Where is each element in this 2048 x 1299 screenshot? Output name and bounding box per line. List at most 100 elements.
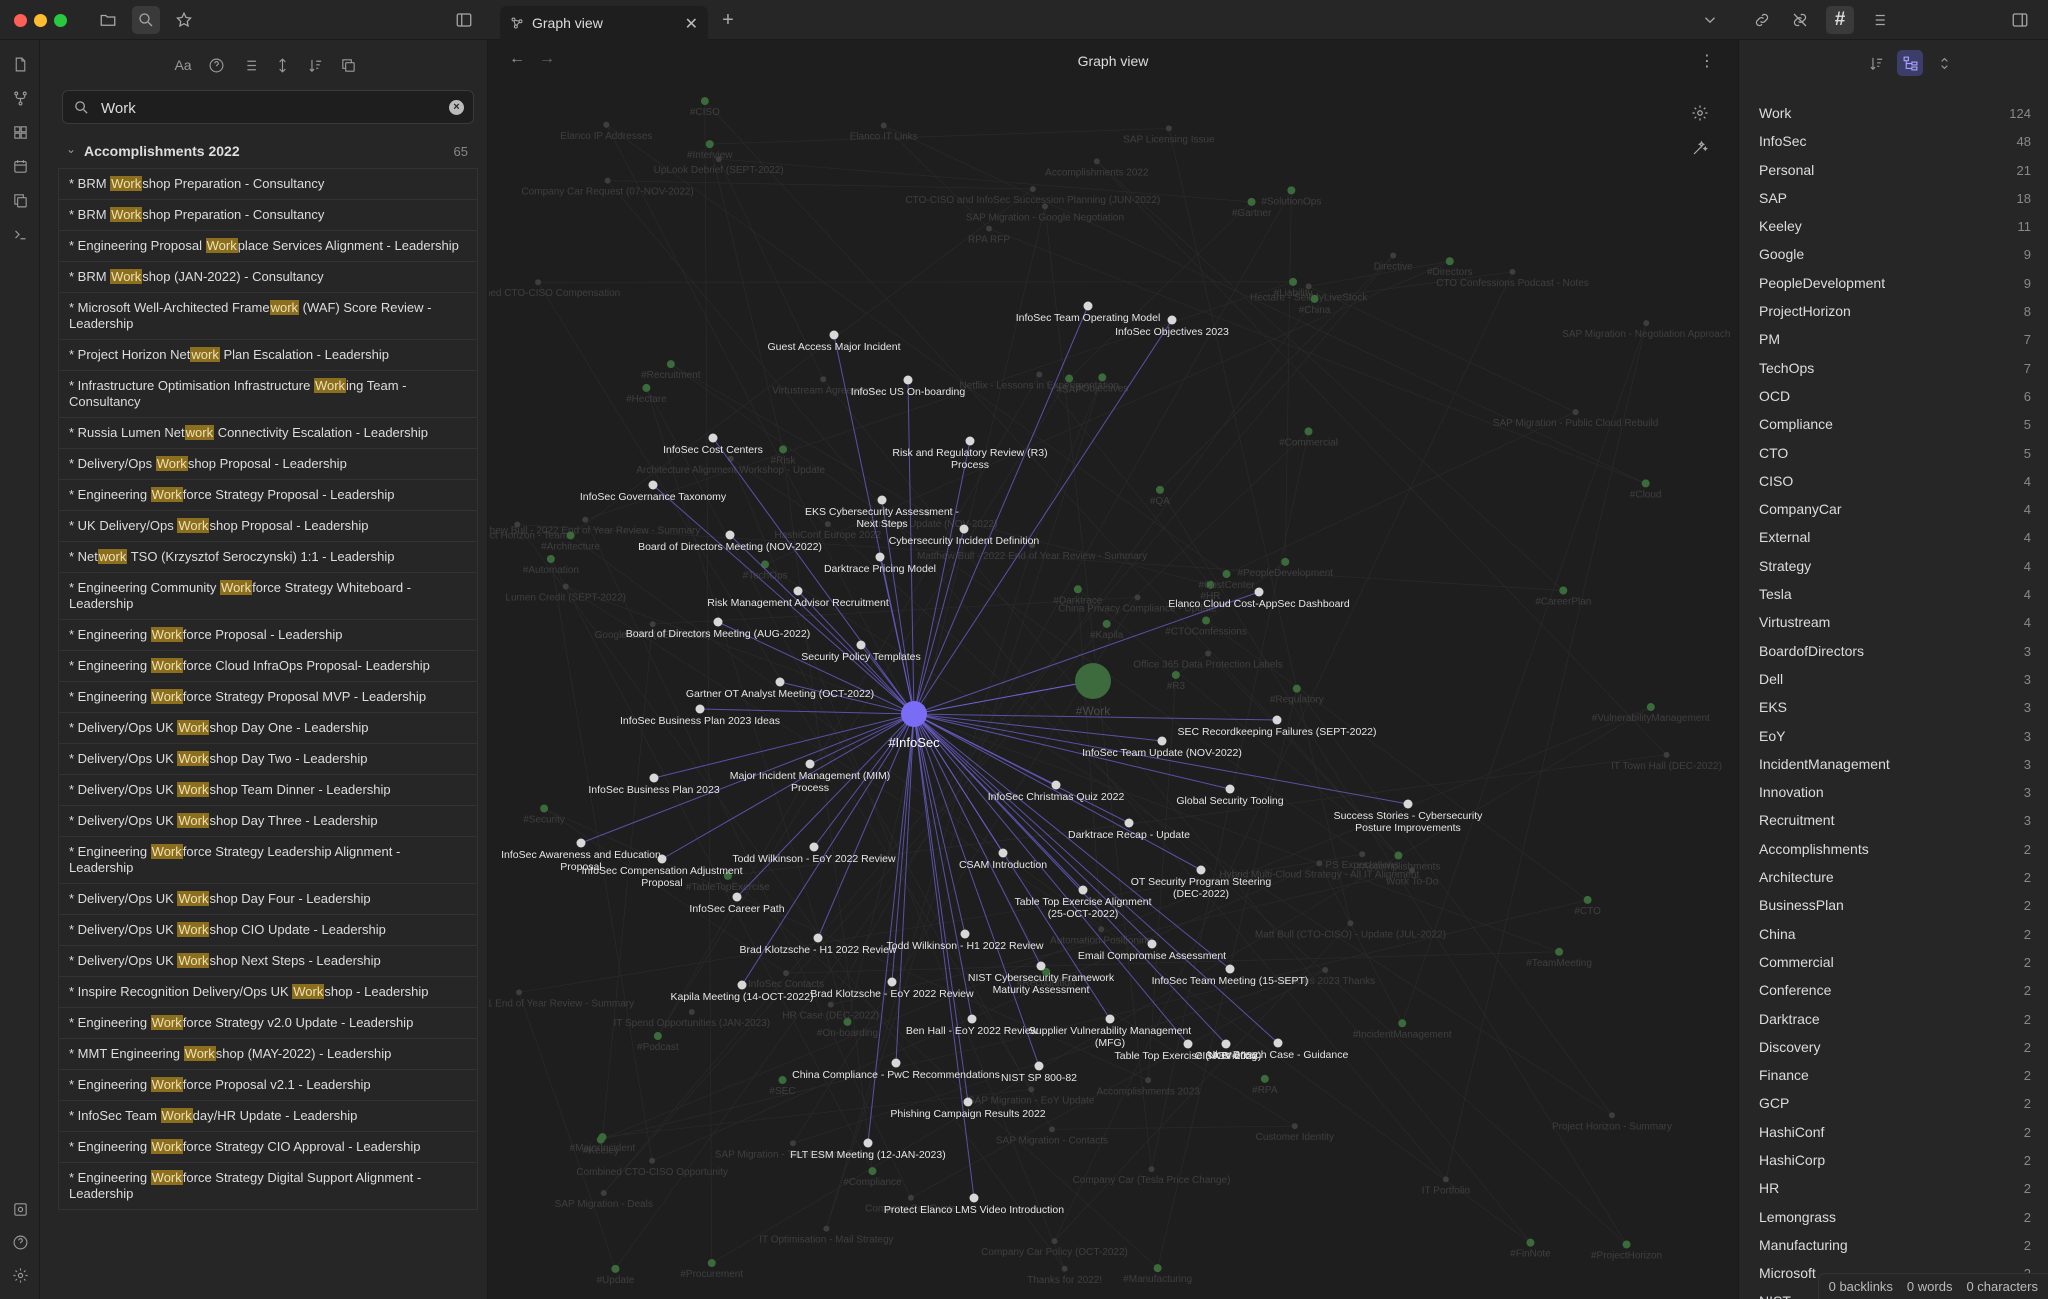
outline-button[interactable]	[1864, 6, 1892, 34]
search-result-item[interactable]: * Project Horizon Network Plan Escalatio…	[58, 340, 478, 371]
background-node[interactable]	[1202, 616, 1211, 625]
background-node[interactable]	[1622, 1240, 1631, 1249]
background-node[interactable]	[1291, 1123, 1298, 1130]
work-tag-node[interactable]	[1075, 663, 1111, 699]
graph-node[interactable]	[998, 848, 1008, 858]
background-node[interactable]	[1287, 186, 1296, 195]
background-node[interactable]	[1048, 1126, 1055, 1133]
background-node[interactable]	[1260, 1074, 1269, 1083]
graph-node[interactable]	[875, 552, 885, 562]
graph-node[interactable]	[887, 977, 897, 987]
close-tab-icon[interactable]: ✕	[685, 14, 698, 34]
background-node[interactable]	[1073, 585, 1082, 594]
open-canvas-button[interactable]	[8, 120, 32, 144]
background-node[interactable]	[868, 1167, 877, 1176]
tag-item[interactable]: EKS 3	[1739, 692, 2048, 720]
graph-node[interactable]	[725, 530, 735, 540]
tag-item[interactable]: PeopleDevelopment 9	[1739, 268, 2048, 296]
search-result-item[interactable]: * Engineering Workforce Strategy Proposa…	[58, 682, 478, 713]
background-node[interactable]	[1526, 1238, 1535, 1247]
result-group-header[interactable]: ⌄ Accomplishments 2022 65	[62, 140, 474, 164]
graph-node[interactable]	[649, 773, 659, 783]
search-result-item[interactable]: * Infrastructure Optimisation Infrastruc…	[58, 371, 478, 418]
tag-item[interactable]: Keeley 11	[1739, 211, 2048, 239]
background-node[interactable]	[707, 1259, 716, 1268]
graph-node[interactable]	[1403, 799, 1413, 809]
graph-node[interactable]	[713, 617, 723, 627]
background-node[interactable]	[653, 1031, 662, 1040]
background-node[interactable]	[642, 383, 651, 392]
graph-node[interactable]	[959, 524, 969, 534]
background-node[interactable]	[666, 360, 675, 369]
background-node[interactable]	[535, 279, 542, 286]
search-result-item[interactable]: * BRM Workshop Preparation - Consultancy	[58, 200, 478, 231]
background-node[interactable]	[824, 521, 831, 528]
graph-node[interactable]	[1273, 1038, 1283, 1048]
search-result-item[interactable]: * InfoSec Team Workday/HR Update - Leade…	[58, 1101, 478, 1132]
graph-canvas[interactable]: #Hectare#MajorIncident#HR#On-boarding#So…	[489, 40, 1737, 1299]
tag-item[interactable]: TechOps 7	[1739, 353, 2048, 381]
background-node[interactable]	[1028, 1086, 1035, 1093]
background-node[interactable]	[1289, 277, 1298, 286]
background-node[interactable]	[1322, 966, 1329, 973]
chevron-down-icon[interactable]: ⌄	[66, 142, 76, 156]
graph-node[interactable]	[1254, 587, 1264, 597]
search-result-item[interactable]: * Delivery/Ops Workshop Proposal - Leade…	[58, 449, 478, 480]
tag-item[interactable]: BusinessPlan 2	[1739, 890, 2048, 918]
background-node[interactable]	[649, 1157, 656, 1164]
graph-node[interactable]	[576, 838, 586, 848]
background-node[interactable]	[1359, 851, 1366, 858]
graph-node[interactable]	[969, 1193, 979, 1203]
background-node[interactable]	[1555, 947, 1564, 956]
search-result-item[interactable]: * BRM Workshop Preparation - Consultancy	[58, 168, 478, 200]
graph-node[interactable]	[1034, 1061, 1044, 1071]
background-node[interactable]	[986, 225, 993, 232]
command-palette-button[interactable]	[8, 222, 32, 246]
background-node[interactable]	[1398, 1019, 1407, 1028]
search-result-item[interactable]: * Engineering Workforce Cloud InfraOps P…	[58, 651, 478, 682]
tag-item[interactable]: Architecture 2	[1739, 862, 2048, 890]
graph-node[interactable]	[863, 1138, 873, 1148]
graph-node[interactable]	[737, 980, 747, 990]
background-node[interactable]	[1153, 1264, 1162, 1273]
background-node[interactable]	[582, 516, 589, 523]
animate-graph-button[interactable]	[1691, 139, 1713, 161]
open-graph-view-button[interactable]	[8, 86, 32, 110]
graph-node[interactable]	[1167, 315, 1177, 325]
graph-node[interactable]	[967, 1014, 977, 1024]
tag-item[interactable]: China 2	[1739, 919, 2048, 947]
graph-node[interactable]	[1083, 301, 1093, 311]
tag-item[interactable]: Conference 2	[1739, 975, 2048, 1003]
open-vault-button[interactable]	[8, 1197, 32, 1221]
graph-node[interactable]	[657, 854, 667, 864]
background-node[interactable]	[1036, 371, 1043, 378]
graph-node[interactable]	[708, 433, 718, 443]
background-node[interactable]	[1572, 409, 1579, 416]
background-node[interactable]	[1583, 895, 1592, 904]
background-node[interactable]	[1205, 650, 1212, 657]
explain-search-button[interactable]	[203, 52, 229, 78]
more-options-icon[interactable]: ⋮	[1699, 51, 1715, 71]
background-node[interactable]	[566, 531, 575, 540]
graph-node[interactable]	[1124, 818, 1134, 828]
background-node[interactable]	[1165, 125, 1172, 132]
background-node[interactable]	[546, 555, 555, 564]
search-result-item[interactable]: * Engineering Workforce Strategy Proposa…	[58, 480, 478, 511]
background-node[interactable]	[1281, 557, 1290, 566]
background-node[interactable]	[1222, 570, 1231, 579]
tag-item[interactable]: Dell 3	[1739, 664, 2048, 692]
background-node[interactable]	[1442, 1176, 1449, 1183]
search-input[interactable]	[101, 97, 421, 119]
search-result-item[interactable]: * Engineering Workforce Strategy Leaders…	[58, 837, 478, 884]
tag-item[interactable]: Google 9	[1739, 239, 2048, 267]
graph-settings-button[interactable]	[1691, 104, 1713, 126]
tag-item[interactable]: EoY 3	[1739, 721, 2048, 749]
graph-node[interactable]	[856, 640, 866, 650]
graph-node[interactable]	[1157, 736, 1167, 746]
graph-node[interactable]	[1183, 1039, 1193, 1049]
file-explorer-button[interactable]	[94, 6, 122, 34]
search-result-item[interactable]: * Engineering Workforce Proposal - Leade…	[58, 620, 478, 651]
background-node[interactable]	[1148, 1166, 1155, 1173]
tag-item[interactable]: HR 2	[1739, 1173, 2048, 1201]
graph-node[interactable]	[960, 929, 970, 939]
